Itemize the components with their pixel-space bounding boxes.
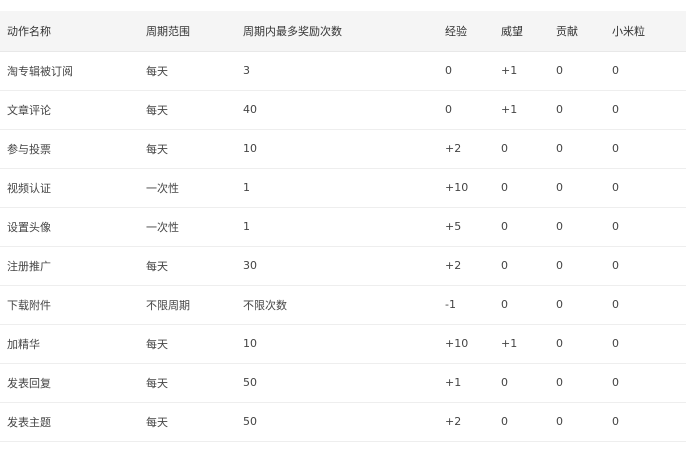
- cell-prestige: 0: [494, 402, 549, 442]
- cell-contribution: 0: [549, 246, 605, 286]
- cell-cycle-range: 一次性: [139, 207, 236, 247]
- cell-cycle-range: 不限周期: [139, 285, 236, 325]
- cell-action-name: 发表主题: [0, 402, 139, 442]
- header-max-rewards: 周期内最多奖励次数: [236, 11, 438, 52]
- cell-cycle-range: 每天: [139, 90, 236, 130]
- cell-experience: +2: [438, 246, 494, 286]
- cell-experience: -1: [438, 285, 494, 325]
- cell-action-name: 淘专辑被订阅: [0, 51, 139, 91]
- cell-experience: +5: [438, 207, 494, 247]
- cell-contribution: 0: [549, 51, 605, 91]
- table-row: 发表主题 每天 50 +2 0 0 0: [0, 402, 686, 442]
- cell-prestige: 0: [494, 207, 549, 247]
- cell-max-rewards: 30: [236, 246, 438, 286]
- cell-prestige: 0: [494, 246, 549, 286]
- cell-millet: 0: [605, 90, 686, 130]
- table-row: 设置头像 一次性 1 +5 0 0 0: [0, 207, 686, 247]
- cell-millet: 0: [605, 285, 686, 325]
- cell-action-name: 加精华: [0, 324, 139, 364]
- cell-millet: 0: [605, 168, 686, 208]
- cell-action-name: 下载附件: [0, 285, 139, 325]
- cell-millet: 0: [605, 324, 686, 364]
- cell-max-rewards: 3: [236, 51, 438, 91]
- cell-max-rewards: 1: [236, 207, 438, 247]
- cell-contribution: 0: [549, 168, 605, 208]
- cell-max-rewards: 1: [236, 168, 438, 208]
- cell-contribution: 0: [549, 402, 605, 442]
- cell-cycle-range: 每天: [139, 324, 236, 364]
- cell-contribution: 0: [549, 363, 605, 403]
- cell-cycle-range: 每天: [139, 129, 236, 169]
- table-row: 文章评论 每天 40 0 +1 0 0: [0, 90, 686, 130]
- cell-millet: 0: [605, 51, 686, 91]
- credit-rules-table-container: 动作名称 周期范围 周期内最多奖励次数 经验 威望 贡献 小米粒 淘专辑被订阅 …: [0, 11, 686, 442]
- cell-millet: 0: [605, 129, 686, 169]
- header-action-name: 动作名称: [0, 11, 139, 52]
- cell-action-name: 文章评论: [0, 90, 139, 130]
- cell-millet: 0: [605, 246, 686, 286]
- cell-experience: +10: [438, 324, 494, 364]
- cell-contribution: 0: [549, 90, 605, 130]
- cell-experience: +2: [438, 402, 494, 442]
- cell-prestige: +1: [494, 51, 549, 91]
- table-body: 淘专辑被订阅 每天 3 0 +1 0 0 文章评论 每天 40 0 +1 0 0…: [0, 51, 686, 442]
- cell-experience: 0: [438, 90, 494, 130]
- cell-experience: 0: [438, 51, 494, 91]
- cell-experience: +10: [438, 168, 494, 208]
- table-header-row: 动作名称 周期范围 周期内最多奖励次数 经验 威望 贡献 小米粒: [0, 11, 686, 52]
- cell-max-rewards: 50: [236, 402, 438, 442]
- cell-max-rewards: 40: [236, 90, 438, 130]
- header-experience: 经验: [438, 11, 494, 52]
- cell-contribution: 0: [549, 324, 605, 364]
- cell-cycle-range: 一次性: [139, 168, 236, 208]
- cell-contribution: 0: [549, 207, 605, 247]
- cell-action-name: 参与投票: [0, 129, 139, 169]
- cell-cycle-range: 每天: [139, 402, 236, 442]
- cell-contribution: 0: [549, 129, 605, 169]
- cell-contribution: 0: [549, 285, 605, 325]
- cell-cycle-range: 每天: [139, 51, 236, 91]
- header-prestige: 威望: [494, 11, 549, 52]
- cell-prestige: +1: [494, 324, 549, 364]
- header-contribution: 贡献: [549, 11, 605, 52]
- cell-max-rewards: 不限次数: [236, 285, 438, 325]
- table-row: 参与投票 每天 10 +2 0 0 0: [0, 129, 686, 169]
- cell-max-rewards: 10: [236, 324, 438, 364]
- cell-action-name: 设置头像: [0, 207, 139, 247]
- cell-max-rewards: 50: [236, 363, 438, 403]
- table-row: 注册推广 每天 30 +2 0 0 0: [0, 246, 686, 286]
- table-row: 淘专辑被订阅 每天 3 0 +1 0 0: [0, 51, 686, 91]
- cell-prestige: 0: [494, 363, 549, 403]
- cell-max-rewards: 10: [236, 129, 438, 169]
- table-row: 下载附件 不限周期 不限次数 -1 0 0 0: [0, 285, 686, 325]
- table-header: 动作名称 周期范围 周期内最多奖励次数 经验 威望 贡献 小米粒: [0, 11, 686, 52]
- table-row: 发表回复 每天 50 +1 0 0 0: [0, 363, 686, 403]
- header-cycle-range: 周期范围: [139, 11, 236, 52]
- cell-experience: +1: [438, 363, 494, 403]
- cell-cycle-range: 每天: [139, 363, 236, 403]
- table-row: 加精华 每天 10 +10 +1 0 0: [0, 324, 686, 364]
- cell-millet: 0: [605, 402, 686, 442]
- cell-prestige: 0: [494, 129, 549, 169]
- cell-millet: 0: [605, 207, 686, 247]
- cell-cycle-range: 每天: [139, 246, 236, 286]
- cell-millet: 0: [605, 363, 686, 403]
- cell-action-name: 视频认证: [0, 168, 139, 208]
- credit-rules-table: 动作名称 周期范围 周期内最多奖励次数 经验 威望 贡献 小米粒 淘专辑被订阅 …: [0, 11, 686, 442]
- header-millet: 小米粒: [605, 11, 686, 52]
- cell-prestige: +1: [494, 90, 549, 130]
- cell-action-name: 注册推广: [0, 246, 139, 286]
- cell-prestige: 0: [494, 285, 549, 325]
- cell-action-name: 发表回复: [0, 363, 139, 403]
- cell-experience: +2: [438, 129, 494, 169]
- table-row: 视频认证 一次性 1 +10 0 0 0: [0, 168, 686, 208]
- cell-prestige: 0: [494, 168, 549, 208]
